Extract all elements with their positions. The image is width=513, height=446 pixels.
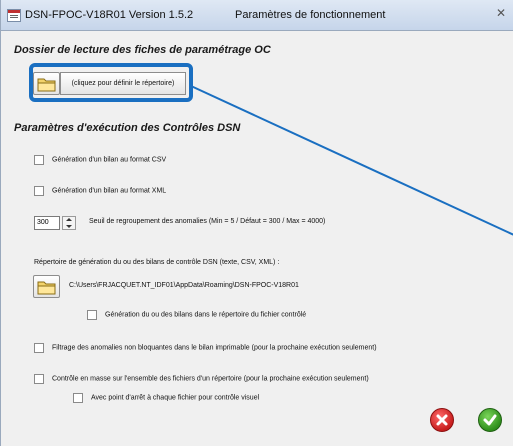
output-folder-button[interactable]	[33, 275, 60, 298]
threshold-label: Seuil de regroupement des anomalies (Min…	[89, 218, 326, 225]
mass-option-row: Contrôle en masse sur l'ensemble des fic…	[34, 370, 369, 384]
stepper-up-icon[interactable]	[66, 218, 72, 221]
csv-checkbox-label: Génération d'un bilan au format CSV	[52, 156, 167, 164]
xml-checkbox-label: Génération d'un bilan au format XML	[52, 187, 167, 195]
xml-checkbox[interactable]	[34, 185, 44, 196]
output-dir-label: Répertoire de génération du ou des bilan…	[34, 259, 280, 266]
stepper-down-icon[interactable]	[66, 225, 72, 228]
same-dir-checkbox[interactable]	[87, 309, 97, 320]
xml-option-row: Génération d'un bilan au format XML	[34, 182, 167, 196]
mass-checkbox[interactable]	[34, 373, 44, 384]
csv-checkbox[interactable]	[34, 154, 44, 165]
filter-checkbox[interactable]	[34, 342, 44, 353]
filter-option-row: Filtrage des anomalies non bloquantes da…	[34, 339, 377, 353]
csv-option-row: Génération d'un bilan au format CSV	[34, 151, 167, 165]
folder-icon	[37, 281, 56, 295]
same-dir-option-row: Génération du ou des bilans dans le répe…	[87, 306, 307, 320]
cancel-icon	[436, 414, 448, 426]
same-dir-checkbox-label: Génération du ou des bilans dans le répe…	[105, 311, 307, 319]
section-title-controls: Paramètres d'exécution des Contrôles DSN	[14, 122, 241, 134]
cancel-button[interactable]	[430, 408, 454, 432]
mass-checkbox-label: Contrôle en masse sur l'ensemble des fic…	[52, 375, 369, 383]
validate-button[interactable]	[478, 408, 502, 432]
stop-option-row: Avec point d'arrêt à chaque fichier pour…	[73, 389, 260, 403]
output-dir-path: C:\Users\FRJACQUET.NT_IDF01\AppData\Roam…	[69, 282, 299, 289]
threshold-input[interactable]: 300	[34, 216, 60, 230]
settings-window: DSN-FPOC-V18R01 Version 1.5.2 Paramètres…	[0, 0, 513, 446]
check-icon	[483, 414, 497, 426]
threshold-stepper[interactable]	[62, 216, 76, 230]
filter-checkbox-label: Filtrage des anomalies non bloquantes da…	[52, 344, 377, 352]
stop-checkbox[interactable]	[73, 392, 83, 403]
stop-checkbox-label: Avec point d'arrêt à chaque fichier pour…	[91, 394, 260, 402]
